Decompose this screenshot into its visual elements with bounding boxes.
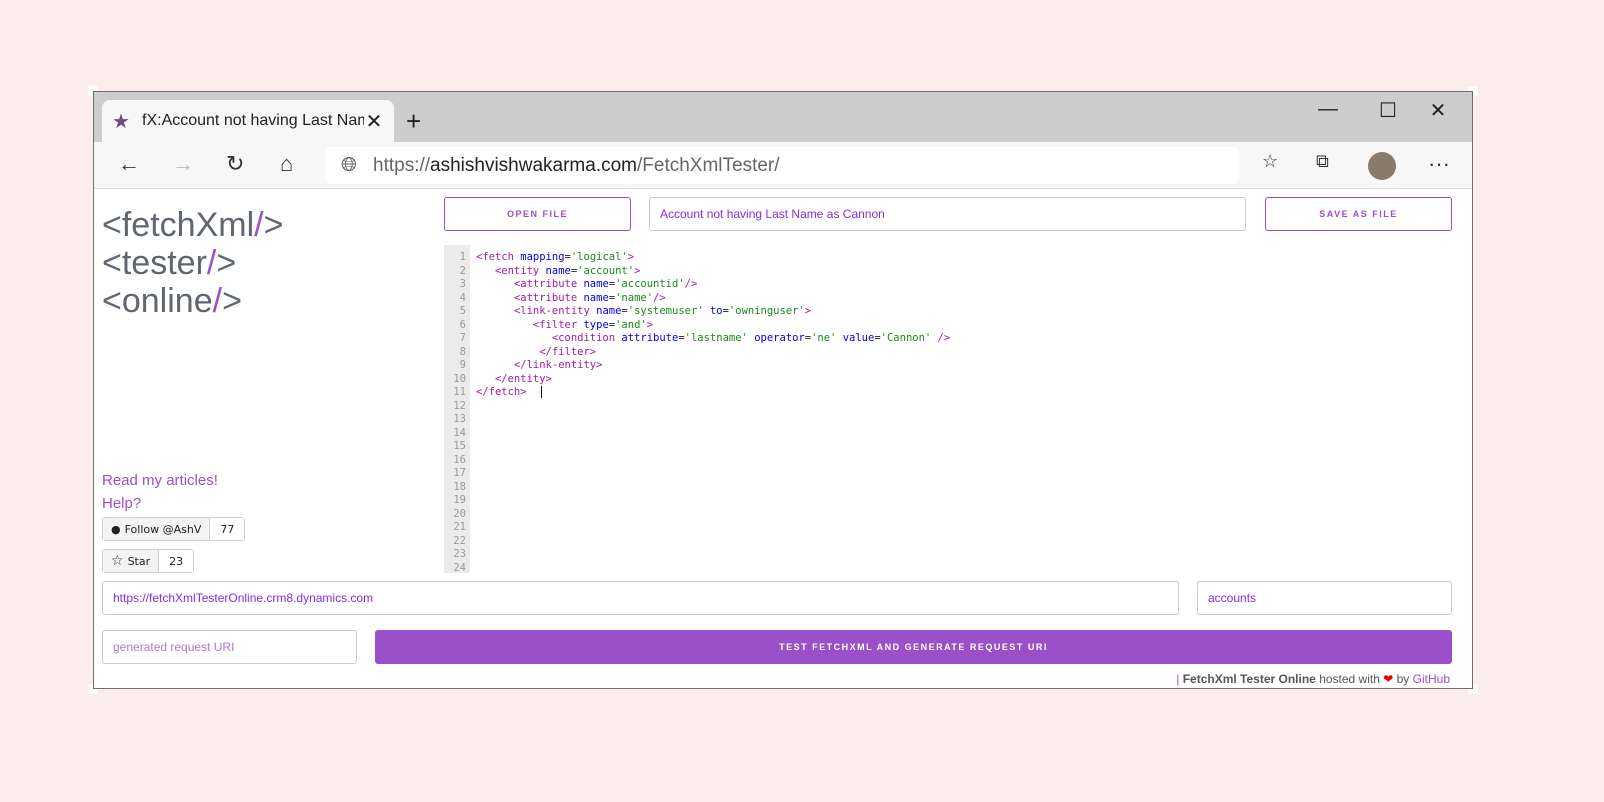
- org-url-input[interactable]: [102, 581, 1179, 615]
- line-number: 20: [453, 507, 466, 520]
- stars-count[interactable]: 23: [159, 550, 194, 572]
- line-numbers: 1 2 3 4 5 6 7 8 9 10 11 12 13 14 15 16 17 18 19 20 21 22 23 24: [444, 245, 470, 573]
- url-domain: ashishvishwakarma.com: [430, 154, 637, 176]
- line-number: 11: [453, 386, 466, 398]
- line-number: 1: [459, 251, 466, 263]
- favorites-icon[interactable]: ☆: [1262, 151, 1278, 172]
- star-favicon-icon: ★: [112, 110, 130, 133]
- forward-icon[interactable]: →: [172, 151, 194, 177]
- address-bar[interactable]: 🌐︎ https://ashishvishwakarma.com/FetchXm…: [325, 147, 1239, 184]
- close-window-icon[interactable]: ✕: [1418, 98, 1458, 123]
- articles-link[interactable]: Read my articles!: [102, 472, 218, 489]
- line-number: 19: [453, 494, 466, 506]
- line-number: 21: [453, 521, 466, 533]
- refresh-icon[interactable]: ↻: [226, 151, 244, 177]
- code-line: </entity>: [494, 372, 552, 385]
- star-button[interactable]: ☆ Star: [103, 550, 160, 572]
- more-icon[interactable]: ···: [1428, 151, 1450, 177]
- line-number: 7: [459, 332, 466, 344]
- followers-count[interactable]: 77: [210, 518, 245, 540]
- code-line: <attribute name='accountid'/>: [513, 278, 698, 290]
- line-number: 12: [453, 399, 466, 412]
- code-line: </link-entity>: [513, 359, 603, 371]
- browser-tab[interactable]: ★ fX:Account not having Last Name as Can…: [102, 100, 394, 142]
- open-file-button[interactable]: OPEN FILE: [444, 197, 631, 231]
- code-line: <entity name='account'>: [494, 264, 641, 277]
- line-number: 17: [453, 467, 466, 479]
- code-line: <link-entity name='systemuser' to='ownin…: [513, 305, 812, 317]
- code-line: <attribute name='name'/>: [513, 291, 666, 304]
- request-uri-input[interactable]: [102, 630, 357, 664]
- tab-title: fX:Account not having Last Name as Canno…: [142, 112, 364, 129]
- code-line: <condition attribute='lastname' operator…: [551, 332, 951, 344]
- maximize-icon[interactable]: ☐: [1368, 98, 1408, 123]
- help-link[interactable]: Help?: [102, 495, 141, 512]
- github-link[interactable]: GitHub: [1413, 672, 1450, 686]
- minimize-icon[interactable]: —: [1308, 98, 1348, 121]
- code-line: <fetch mapping='logical'>: [476, 251, 635, 263]
- line-number: 4: [459, 291, 466, 304]
- github-icon: ●: [111, 522, 121, 536]
- github-star-widget: ☆ Star 23: [102, 549, 195, 573]
- follow-button[interactable]: ● Follow @AshV: [103, 518, 211, 540]
- code-line: </fetch>: [476, 386, 950, 400]
- line-number: 24: [453, 561, 466, 574]
- line-number: 5: [459, 305, 466, 317]
- collections-icon[interactable]: ⧉: [1316, 151, 1329, 172]
- heart-icon: ❤: [1383, 672, 1394, 686]
- line-number: 9: [459, 359, 466, 371]
- browser-toolbar: ← → ↻ ⌂ 🌐︎ https://ashishvishwakarma.com…: [94, 142, 1472, 189]
- line-number: 3: [459, 278, 466, 290]
- avatar[interactable]: [1368, 152, 1396, 180]
- site-logo: <fetchXml/> <tester/> <online/>: [102, 206, 284, 320]
- star-icon: ☆: [111, 553, 124, 569]
- code-line: </filter>: [539, 345, 597, 358]
- line-number: 16: [453, 453, 466, 466]
- code-line: <filter type='and'>: [532, 318, 654, 331]
- line-number: 6: [459, 318, 466, 331]
- close-tab-icon[interactable]: ✕: [364, 109, 384, 134]
- tab-bar: ★ fX:Account not having Last Name as Can…: [94, 92, 1472, 142]
- github-follow-widget: ● Follow @AshV 77: [102, 517, 246, 541]
- home-icon[interactable]: ⌂: [280, 151, 293, 177]
- line-number: 18: [453, 480, 466, 493]
- save-file-button[interactable]: SAVE AS FILE: [1265, 197, 1452, 231]
- line-number: 22: [453, 534, 466, 547]
- line-number: 13: [453, 413, 466, 425]
- line-number: 10: [453, 372, 466, 385]
- test-fetchxml-button[interactable]: TEST FETCHXML AND GENERATE REQUEST URI: [375, 630, 1452, 664]
- code-editor[interactable]: 1 2 3 4 5 6 7 8 9 10 11 12 13 14 15 16 17 18 19 20 21 22 23 24 …: [444, 245, 1452, 573]
- line-number: 23: [453, 548, 466, 560]
- new-tab-icon[interactable]: +: [406, 106, 421, 137]
- url-prefix: https://: [373, 154, 431, 176]
- footer: | FetchXml Tester Online hosted with ❤ b…: [1176, 672, 1450, 686]
- line-number: 8: [459, 345, 466, 358]
- fetch-title-input[interactable]: [649, 197, 1246, 231]
- line-number: 15: [453, 440, 466, 452]
- line-number: 14: [453, 426, 466, 439]
- browser-window: ★ fX:Account not having Last Name as Can…: [93, 91, 1473, 689]
- globe-icon: 🌐︎: [341, 154, 357, 176]
- code-content[interactable]: <fetch mapping='logical'> <entity name='…: [476, 251, 950, 400]
- entity-set-input[interactable]: [1197, 581, 1452, 615]
- back-icon[interactable]: ←: [118, 151, 140, 177]
- line-number: 2: [459, 264, 466, 277]
- url-path: /FetchXmlTester/: [637, 154, 780, 176]
- text-cursor: [540, 386, 542, 398]
